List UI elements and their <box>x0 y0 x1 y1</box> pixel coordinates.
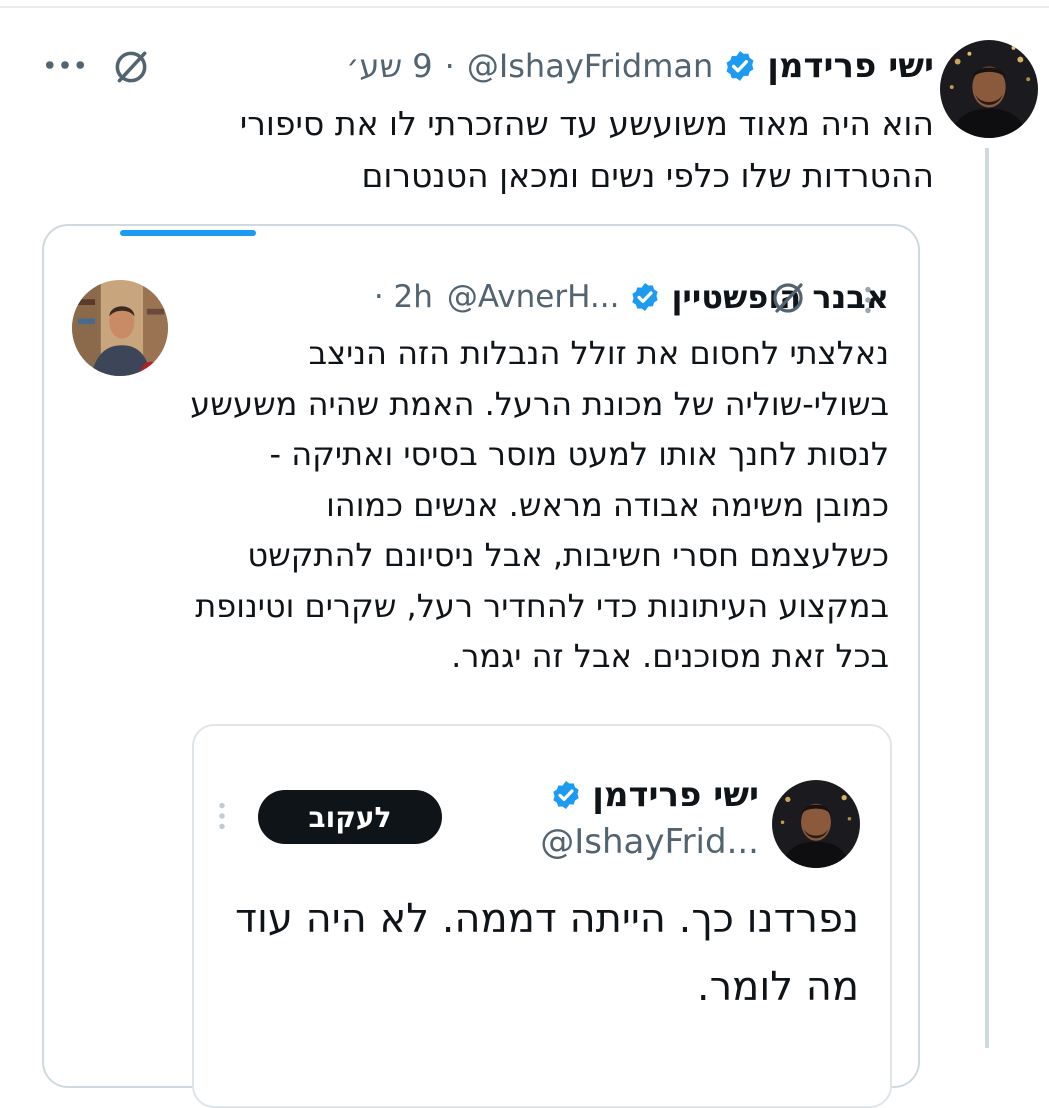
embedded-tweet-text: נפרדנו כך. הייתה דממה. לא היה עוד מה לומ… <box>235 896 859 1010</box>
quoted-tweet-timestamp[interactable]: · 2h <box>374 279 433 315</box>
tweet-text: הוא היה מאוד משועשע עד שהזכרתי לו את סיפ… <box>239 104 934 195</box>
grok-icon[interactable] <box>108 44 154 90</box>
embedded-author-handle[interactable]: @IshayFrid... <box>540 822 759 862</box>
embedded-vertical-more-icon[interactable] <box>210 796 234 836</box>
embedded-verified-badge-icon <box>550 779 582 811</box>
quoted-tweet-text: נאלצתי לחסום את זולל הנבלות הזה הניצב בש… <box>190 334 889 675</box>
quoted-vertical-more-icon[interactable] <box>856 280 880 320</box>
embedded-author-name[interactable]: ישי פרידמן <box>592 775 759 815</box>
author-avatar[interactable] <box>940 40 1038 138</box>
separator-dot: · <box>444 47 455 85</box>
top-divider <box>0 6 1049 8</box>
quoted-grok-icon[interactable] <box>766 276 810 320</box>
verified-badge-icon <box>723 49 757 83</box>
quoted-verified-badge-icon <box>629 281 661 313</box>
quoted-author-avatar[interactable] <box>72 280 168 376</box>
follow-button[interactable]: לעקוב <box>258 790 442 844</box>
quoted-author-handle[interactable]: @AvnerH... <box>447 279 620 315</box>
thread-connector-line <box>985 148 989 1048</box>
tweet-timestamp[interactable]: 9 שע׳ <box>346 47 433 85</box>
embedded-author-name-row: ישי פרידמן <box>540 770 759 820</box>
quote-scroll-indicator <box>120 230 256 236</box>
more-icon[interactable] <box>44 50 86 80</box>
quoted-tweet-header: אבנר הופשטיין @AvnerH... · 2h <box>374 272 889 322</box>
author-name[interactable]: ישי פרידמן <box>767 46 934 86</box>
author-handle[interactable]: @IshayFridman <box>467 47 713 85</box>
embedded-author-avatar[interactable] <box>772 780 860 868</box>
tweet-header: ישי פרידמן @IshayFridman · 9 שע׳ <box>346 38 934 94</box>
